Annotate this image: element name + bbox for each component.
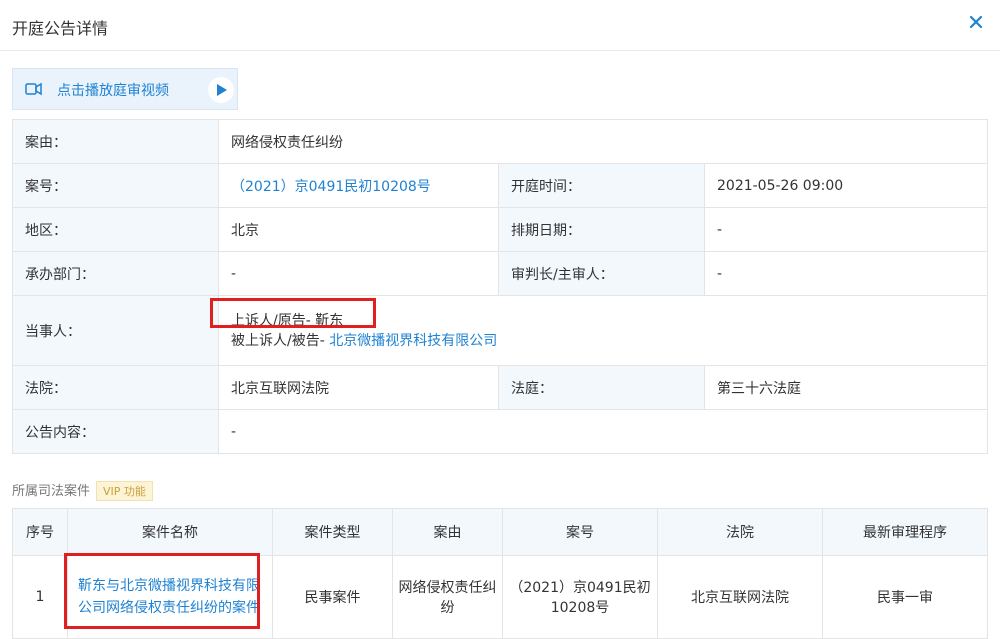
- case-number: （2021）京0491民初10208号: [502, 555, 658, 639]
- appellee-link[interactable]: 北京微播视界科技有限公司: [329, 333, 497, 349]
- column-header: 案号: [502, 508, 658, 556]
- table-header-row: 序号 案件名称 案件类型 案由 案号 法院 最新审理程序: [12, 508, 988, 556]
- dept-label: 承办部门：: [12, 251, 219, 296]
- dialog-header: 开庭公告详情: [0, 0, 1000, 51]
- column-header: 案件类型: [272, 508, 393, 556]
- hearing-time-value: 2021-05-26 09:00: [703, 163, 989, 208]
- dept-value: -: [218, 251, 499, 296]
- case-court: 北京互联网法院: [657, 555, 823, 639]
- related-cases-title: 所属司法案件: [12, 484, 91, 499]
- schedule-value: -: [703, 207, 989, 252]
- courtroom-value: 第三十六法庭: [703, 365, 989, 410]
- related-cases-heading: 所属司法案件 VIP 功能: [12, 480, 153, 501]
- column-header: 法院: [657, 508, 823, 556]
- play-icon[interactable]: [208, 77, 234, 103]
- case-stage: 民事一审: [822, 555, 988, 639]
- case-cause: 网络侵权责任纠纷: [392, 555, 503, 639]
- case-no-link[interactable]: （2021）京0491民初10208号: [231, 179, 431, 195]
- parties-label: 当事人：: [12, 295, 219, 366]
- announcement-info-table: 案由： 网络侵权责任纠纷 案号： （2021）京0491民初10208号 开庭时…: [12, 119, 989, 454]
- column-header: 案件名称: [67, 508, 273, 556]
- column-header: 最新审理程序: [822, 508, 988, 556]
- highlight-box-appellant: [210, 298, 376, 328]
- content-label: 公告内容：: [12, 409, 219, 454]
- hearing-time-label: 开庭时间：: [498, 163, 705, 208]
- case-cause-value: 网络侵权责任纠纷: [217, 119, 989, 164]
- content-value: -: [217, 409, 989, 454]
- region-label: 地区：: [12, 207, 219, 252]
- courtroom-label: 法庭：: [498, 365, 705, 410]
- dialog-title: 开庭公告详情: [12, 19, 109, 38]
- close-icon[interactable]: [966, 12, 986, 32]
- video-camera-icon: [25, 82, 43, 100]
- appellee-prefix: 被上诉人/被告-: [231, 332, 330, 349]
- column-header: 序号: [12, 508, 68, 556]
- highlight-box-case-name: [64, 553, 260, 629]
- case-no-label: 案号：: [12, 163, 219, 208]
- court-label: 法院：: [12, 365, 219, 410]
- play-video-label: 点击播放庭审视频: [57, 83, 169, 99]
- play-video-button[interactable]: 点击播放庭审视频: [12, 68, 238, 110]
- region-value: 北京: [218, 207, 499, 252]
- column-header: 案由: [392, 508, 503, 556]
- row-number: 1: [12, 555, 68, 639]
- judge-value: -: [703, 251, 989, 296]
- case-cause-label: 案由：: [12, 119, 219, 164]
- judge-label: 审判长/主审人：: [498, 251, 705, 296]
- court-value: 北京互联网法院: [218, 365, 499, 410]
- schedule-label: 排期日期：: [498, 207, 705, 252]
- case-type: 民事案件: [272, 555, 393, 639]
- vip-badge: VIP 功能: [96, 481, 153, 501]
